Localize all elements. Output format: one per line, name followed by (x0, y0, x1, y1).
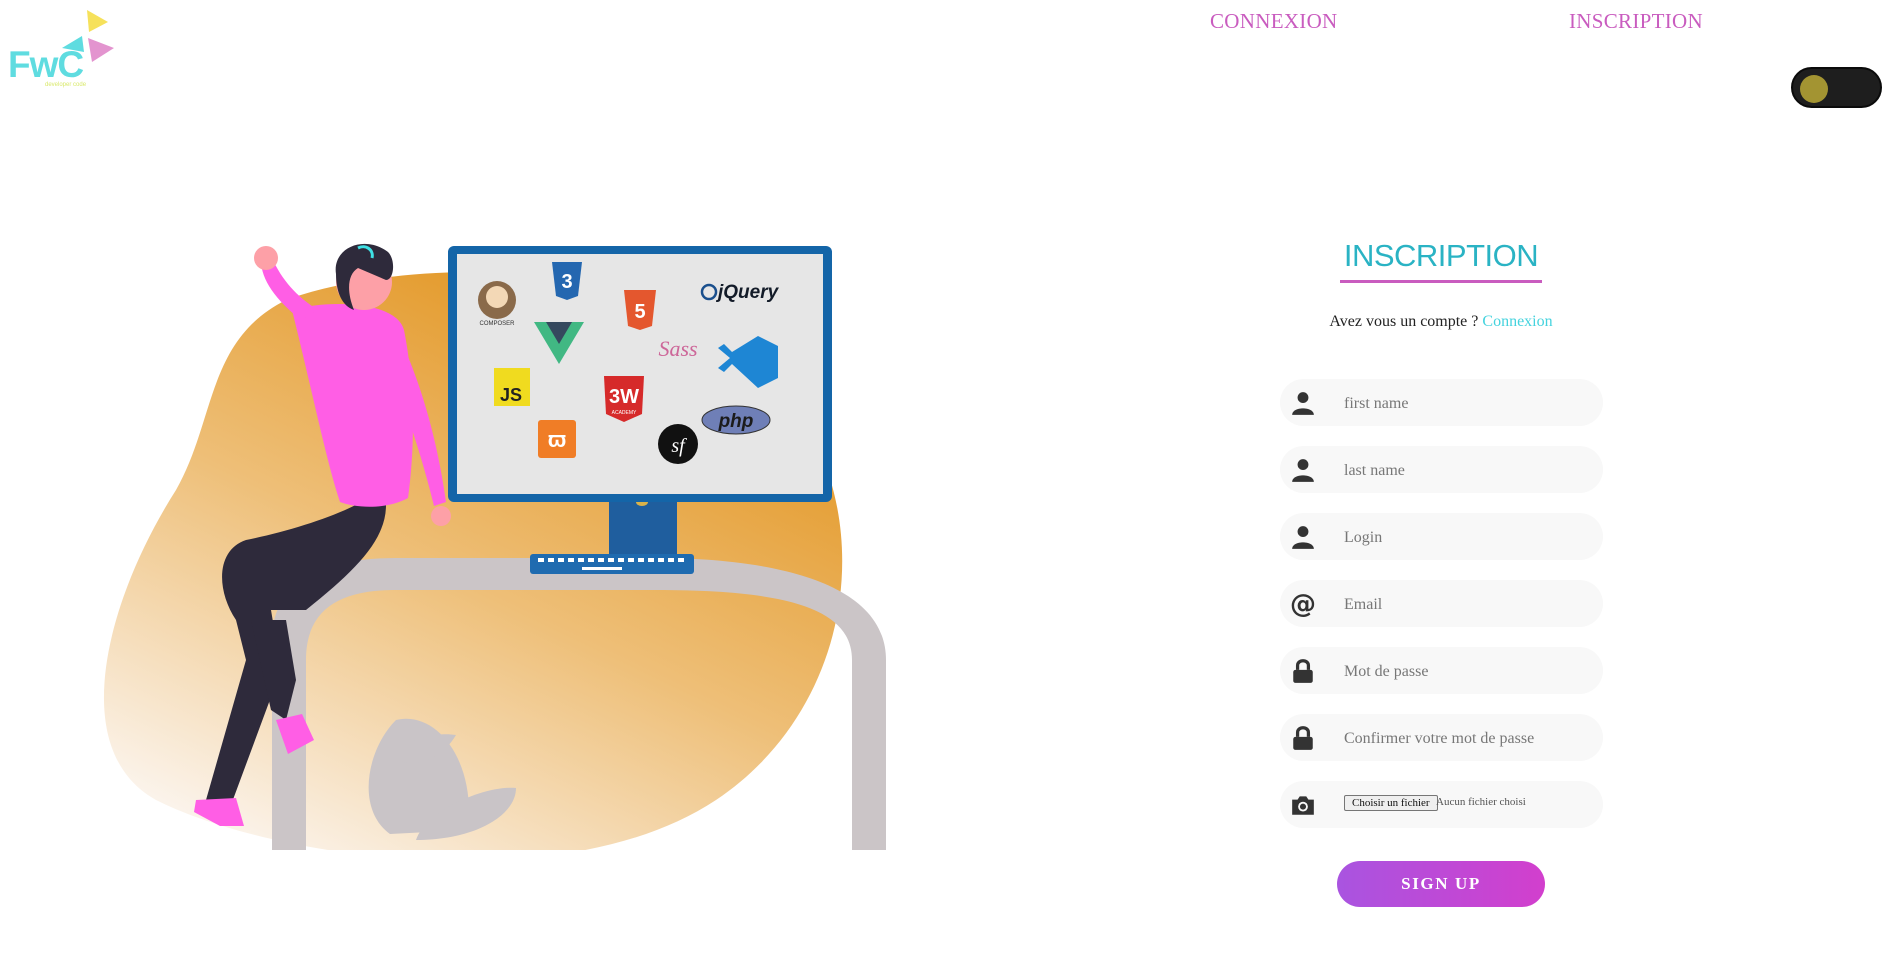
svg-text:ACADEMY: ACADEMY (612, 410, 637, 416)
sass-logo: Sass (658, 336, 697, 361)
first-name-field[interactable] (1280, 379, 1603, 426)
logo-tagline: developer code (45, 82, 87, 88)
confirm-password-input[interactable] (1342, 724, 1546, 753)
last-name-field[interactable] (1280, 446, 1603, 493)
svg-text:ϖ: ϖ (548, 427, 567, 452)
logo-text: FwC (8, 44, 84, 85)
first-name-input[interactable] (1342, 389, 1546, 418)
sign-up-button[interactable]: SIGN UP (1337, 861, 1545, 907)
email-input[interactable] (1342, 590, 1546, 619)
svg-text:3W: 3W (609, 386, 639, 408)
user-icon (1292, 459, 1314, 482)
composer-logo: COMPOSER (478, 281, 516, 327)
password-input[interactable] (1342, 657, 1546, 686)
at-icon: @ (1290, 591, 1316, 617)
php-logo: php (701, 405, 771, 435)
css3-logo: 3 (552, 262, 582, 300)
password-field[interactable] (1280, 647, 1603, 694)
svg-text:php: php (718, 411, 754, 432)
last-name-input[interactable] (1342, 456, 1546, 485)
hero-illustration: COMPOSER 3 5 jQuery Sass JS 3W ACADEMY p… (104, 243, 886, 850)
have-account-label: Avez vous un compte ? (1329, 313, 1479, 330)
3w-academy-logo: 3W ACADEMY (604, 376, 644, 422)
file-status-text: Aucun fichier choisi (1436, 796, 1526, 808)
theme-toggle[interactable] (1791, 67, 1882, 108)
svg-text:jQuery: jQuery (715, 282, 780, 303)
xampp-logo: ϖ (538, 420, 576, 458)
user-icon (1292, 392, 1314, 415)
camera-icon (1292, 796, 1314, 815)
avatar-file-field[interactable]: Choisir un fichier Aucun fichier choisi (1280, 781, 1603, 828)
confirm-password-field[interactable] (1280, 714, 1603, 761)
choose-file-button[interactable]: Choisir un fichier (1344, 795, 1438, 811)
html5-logo: 5 (624, 290, 656, 330)
svg-text:Sass: Sass (658, 336, 697, 361)
logo[interactable]: FwC developer code (6, 8, 118, 88)
lock-icon (1293, 726, 1313, 750)
svg-text:COMPOSER: COMPOSER (479, 321, 515, 327)
email-field[interactable]: @ (1280, 580, 1603, 627)
form-title: INSCRIPTION (1340, 238, 1542, 283)
javascript-logo: JS (494, 368, 530, 406)
keyboard (530, 554, 694, 574)
theme-toggle-knob (1800, 75, 1828, 103)
symfony-logo: sf (658, 424, 698, 464)
login-link[interactable]: Connexion (1482, 313, 1552, 330)
svg-text:5: 5 (634, 301, 645, 323)
have-account-text: Avez vous un compte ? Connexion (1300, 313, 1582, 331)
login-input[interactable] (1342, 523, 1546, 552)
svg-text:3: 3 (561, 271, 572, 293)
lock-icon (1293, 659, 1313, 683)
nav-register-link[interactable]: INSCRIPTION (1569, 9, 1703, 34)
svg-text:JS: JS (500, 385, 522, 405)
nav-login-link[interactable]: CONNEXION (1210, 9, 1338, 34)
user-icon (1292, 526, 1314, 549)
login-field[interactable] (1280, 513, 1603, 560)
svg-text:@: @ (1290, 591, 1316, 617)
